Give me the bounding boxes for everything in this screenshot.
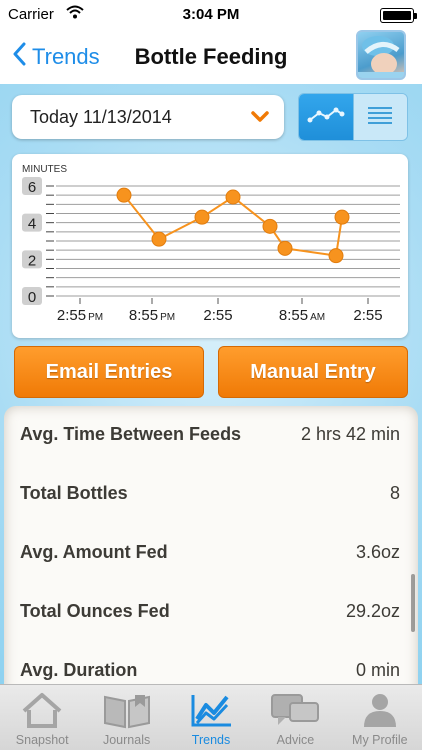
stat-row: Total Bottles 8 [20, 483, 400, 513]
navigation-bar: Trends Bottle Feeding [0, 30, 422, 84]
chart-view-button[interactable] [299, 94, 353, 140]
y-tick-label: 2 [28, 252, 36, 269]
data-point [334, 209, 350, 225]
chart-card: MINUTES 0 2 4 6 2:55 PM 8:55 PM 2:55 8:55 AM 2:55 [12, 154, 408, 338]
stat-row: Avg. Time Between Feeds 2 hrs 42 min [20, 424, 400, 454]
stat-value: 0 min [355, 660, 400, 680]
data-point [225, 189, 241, 205]
email-entries-button[interactable]: Email Entries [14, 346, 204, 398]
feeding-chart: MINUTES 0 2 4 6 2:55 PM 8:55 PM 2:55 8:55 AM 2:55 [22, 164, 400, 324]
stat-row: Avg. Amount Fed 3.6oz [20, 542, 400, 572]
tab-label: Snapshot [15, 733, 69, 747]
data-point [262, 218, 278, 234]
data-point [151, 231, 167, 247]
stat-label: Total Ounces Fed [20, 601, 170, 621]
tab-my-profile[interactable]: My Profile [338, 685, 422, 750]
chat-bubbles-icon [270, 691, 320, 734]
x-tick-label: 2:55 PM [57, 307, 103, 324]
y-tick-label: 6 [28, 179, 36, 196]
tab-label: Journals [102, 733, 151, 747]
battery-icon [380, 8, 417, 23]
tab-journals[interactable]: Journals [84, 685, 168, 750]
stat-row: Avg. Duration 0 min [20, 660, 400, 684]
data-point [328, 248, 344, 264]
x-tick-label: 2:55 [203, 307, 232, 324]
x-tick-label: 8:55 AM [279, 307, 325, 324]
stat-value: 29.2oz [345, 601, 400, 621]
stat-label: Avg. Duration [20, 660, 138, 680]
list-view-button[interactable] [352, 94, 407, 140]
data-point [277, 240, 293, 256]
stats-list: Avg. Time Between Feeds 2 hrs 42 min Tot… [4, 406, 418, 684]
stat-label: Avg. Amount Fed [20, 542, 168, 562]
stat-row: Total Ounces Fed 29.2oz [20, 601, 400, 631]
view-toggle [298, 93, 408, 141]
data-point [116, 187, 132, 203]
status-time: 3:04 PM [182, 6, 240, 23]
stat-label: Total Bottles [20, 483, 128, 503]
data-point [194, 209, 210, 225]
manual-entry-button[interactable]: Manual Entry [218, 346, 408, 398]
tab-label: My Profile [352, 733, 408, 747]
tab-advice[interactable]: Advice [253, 685, 337, 750]
stat-label: Avg. Time Between Feeds [20, 424, 242, 444]
avatar[interactable] [356, 30, 406, 80]
tab-label: Trends [191, 733, 231, 747]
tab-trends[interactable]: Trends [169, 685, 253, 750]
chevron-down-icon [250, 110, 270, 129]
y-tick-label: 4 [28, 216, 36, 233]
list-icon [367, 105, 393, 130]
scroll-indicator[interactable] [411, 574, 415, 632]
book-icon [101, 691, 153, 734]
date-dropdown-label: Today 11/13/2014 [30, 107, 172, 127]
x-tick-label: 2:55 [353, 307, 382, 324]
line-chart-icon [307, 105, 345, 130]
stat-value: 2 hrs 42 min [300, 424, 400, 444]
person-icon [360, 691, 400, 734]
tab-label: Advice [276, 733, 315, 747]
y-tick-label: 0 [28, 289, 36, 306]
content-area: Today 11/13/2014 MINUTES 0 2 4 6 2:55 PM… [0, 84, 422, 684]
tab-snapshot[interactable]: Snapshot [0, 685, 84, 750]
date-dropdown[interactable]: Today 11/13/2014 [12, 95, 284, 139]
stat-value: 3.6oz [355, 542, 400, 562]
status-bar: Carrier 3:04 PM [0, 0, 422, 30]
house-icon [20, 691, 64, 734]
tab-bar: Snapshot Journals Trends Advice My Profi… [0, 684, 422, 750]
trend-chart-icon [189, 691, 233, 734]
y-axis-label: MINUTES [22, 164, 67, 175]
x-tick-label: 8:55 PM [129, 307, 175, 324]
stat-value: 8 [389, 483, 400, 503]
